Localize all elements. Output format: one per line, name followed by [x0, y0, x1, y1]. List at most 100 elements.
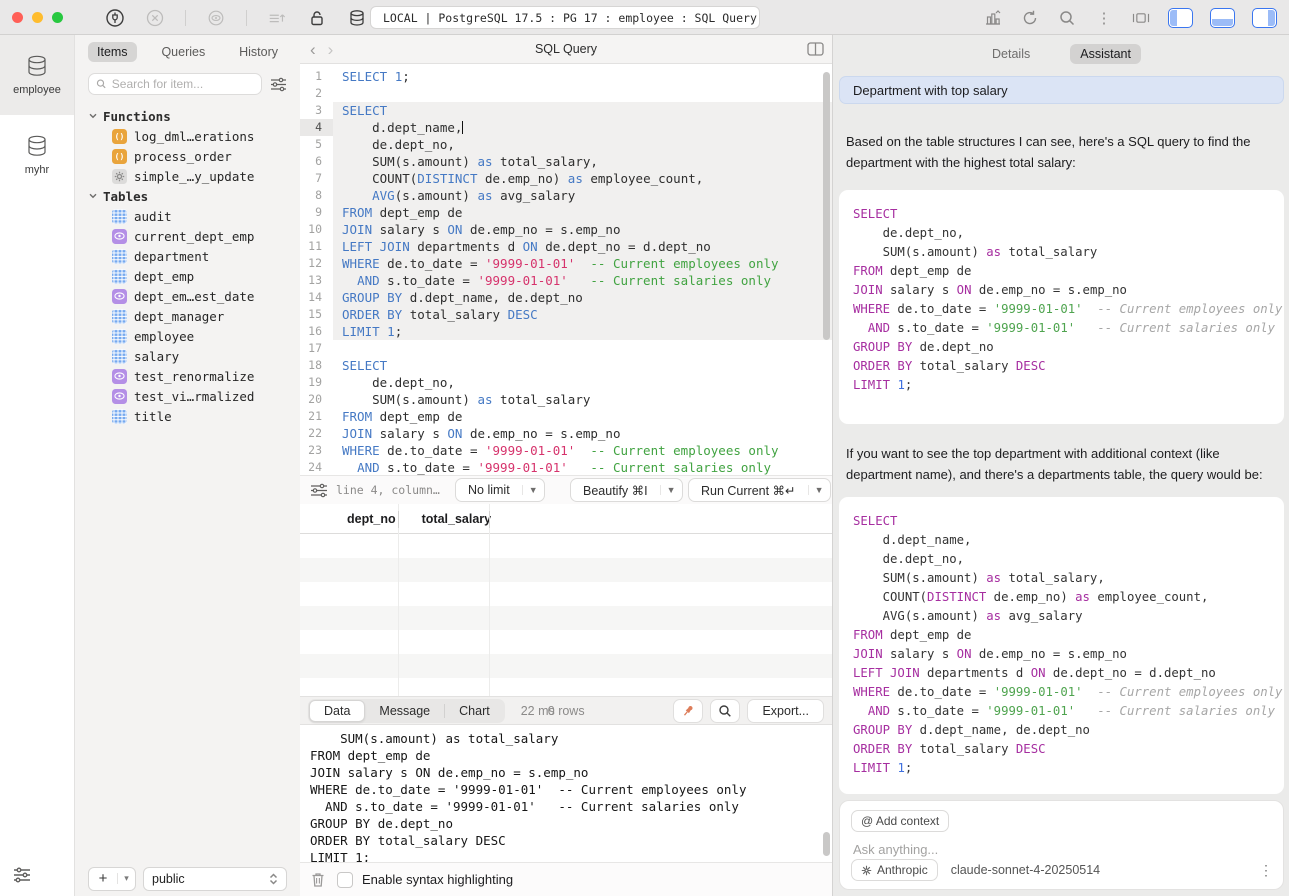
schema-select[interactable]: public — [143, 867, 287, 891]
editor-line[interactable]: 24 AND s.to_date = '9999-01-01' -- Curre… — [300, 459, 832, 475]
rail-filter-icon[interactable] — [12, 866, 32, 884]
editor-line[interactable]: 21FROM dept_emp de — [300, 408, 832, 425]
tab-assistant[interactable]: Assistant — [1070, 44, 1141, 64]
table-row[interactable] — [300, 534, 832, 558]
tree-item-test-renormalize[interactable]: test_renormalize — [75, 366, 300, 386]
editor-line[interactable]: 10JOIN salary s ON de.emp_no = s.emp_no — [300, 221, 832, 238]
conversation-topic[interactable]: Department with top salary — [839, 76, 1284, 104]
editor-line[interactable]: 8 AVG(s.amount) as avg_salary — [300, 187, 832, 204]
pin-result-button[interactable] — [673, 699, 703, 723]
table-row[interactable] — [300, 630, 832, 654]
editor-line[interactable]: 4 d.dept_name, — [300, 119, 832, 136]
tree-item-salary[interactable]: salary — [75, 346, 300, 366]
window-layout-icon[interactable] — [1131, 8, 1151, 28]
tree-section-functions[interactable]: Functions — [75, 106, 300, 126]
column-header-total-salary[interactable]: total_salary — [396, 512, 491, 526]
tree-item-test-vi-rmalized[interactable]: test_vi…rmalized — [75, 386, 300, 406]
editor-line[interactable]: 6 SUM(s.amount) as total_salary, — [300, 153, 832, 170]
editor-line[interactable]: 3SELECT — [300, 102, 832, 119]
commit-icon[interactable] — [267, 8, 287, 28]
editor-line[interactable]: 22JOIN salary s ON de.emp_no = s.emp_no — [300, 425, 832, 442]
zoom-window-button[interactable] — [52, 12, 63, 23]
database-icon[interactable] — [347, 8, 367, 28]
chevron-down-icon[interactable]: ▾ — [117, 873, 135, 884]
table-row[interactable] — [300, 606, 832, 630]
add-item-button[interactable]: + ▾ — [88, 867, 136, 891]
toggle-right-panel-button[interactable] — [1252, 8, 1277, 28]
toggle-bottom-panel-button[interactable] — [1210, 8, 1235, 28]
editor-line[interactable]: 12WHERE de.to_date = '9999-01-01' -- Cur… — [300, 255, 832, 272]
editor-line[interactable]: 16LIMIT 1; — [300, 323, 832, 340]
editor-line[interactable]: 5 de.dept_no, — [300, 136, 832, 153]
trash-icon[interactable] — [310, 871, 326, 888]
editor-line[interactable]: 13 AND s.to_date = '9999-01-01' -- Curre… — [300, 272, 832, 289]
connection-employee[interactable]: employee — [0, 35, 74, 115]
refresh-icon[interactable] — [1020, 8, 1040, 28]
tree-item-log-dml-erations[interactable]: ()log_dml…erations — [75, 126, 300, 146]
statusbar-filter-icon[interactable] — [310, 483, 328, 498]
ask-input[interactable]: Ask anything... — [853, 842, 938, 857]
message-scrollbar[interactable] — [823, 832, 830, 856]
tree-item-audit[interactable]: audit — [75, 206, 300, 226]
split-view-icon[interactable] — [807, 42, 824, 56]
tree-item-dept-em-est-date[interactable]: dept_em…est_date — [75, 286, 300, 306]
minimize-window-button[interactable] — [32, 12, 43, 23]
disconnect-icon[interactable] — [145, 8, 165, 28]
limit-select[interactable]: No limit ▼ — [455, 478, 545, 502]
tree-item-dept-emp[interactable]: dept_emp — [75, 266, 300, 286]
connection-myhr[interactable]: myhr — [0, 115, 74, 195]
editor-scrollbar[interactable] — [823, 72, 830, 340]
table-row[interactable] — [300, 654, 832, 678]
chart-icon[interactable] — [983, 8, 1003, 28]
tree-item-simple-y-update[interactable]: simple_…y_update — [75, 166, 300, 186]
search-icon[interactable] — [1057, 8, 1077, 28]
export-button[interactable]: Export... — [747, 699, 824, 723]
tree-item-process-order[interactable]: ()process_order — [75, 146, 300, 166]
sql-editor[interactable]: 1SELECT 1;2 3SELECT4 d.dept_name,5 de.de… — [300, 64, 832, 475]
connection-icon[interactable] — [105, 8, 125, 28]
editor-line[interactable]: 23WHERE de.to_date = '9999-01-01' -- Cur… — [300, 442, 832, 459]
table-row[interactable] — [300, 582, 832, 606]
tree-item-employee[interactable]: employee — [75, 326, 300, 346]
tab-items[interactable]: Items — [88, 42, 137, 62]
tree-item-department[interactable]: department — [75, 246, 300, 266]
search-input[interactable] — [112, 77, 254, 91]
message-panel[interactable]: SUM(s.amount) as total_salaryFROM dept_e… — [300, 725, 832, 862]
tab-message[interactable]: Message — [365, 700, 444, 722]
item-search-field[interactable] — [88, 73, 262, 95]
table-row[interactable] — [300, 558, 832, 582]
run-current-button[interactable]: Run Current ⌘↵ ▼ — [688, 478, 831, 502]
editor-line[interactable]: 17 — [300, 340, 832, 357]
sidebar-filter-icon[interactable] — [270, 77, 287, 92]
tab-chart[interactable]: Chart — [445, 700, 504, 722]
back-icon[interactable]: ‹ — [304, 41, 322, 58]
editor-line[interactable]: 1SELECT 1; — [300, 68, 832, 85]
editor-line[interactable]: 14GROUP BY d.dept_name, de.dept_no — [300, 289, 832, 306]
tab-queries[interactable]: Queries — [152, 42, 214, 62]
more-options-icon[interactable]: ⋮ — [1259, 862, 1273, 879]
forward-icon[interactable]: › — [322, 41, 340, 58]
editor-line[interactable]: 20 SUM(s.amount) as total_salary — [300, 391, 832, 408]
more-options-icon[interactable]: ⋮ — [1094, 8, 1114, 28]
editor-line[interactable]: 19 de.dept_no, — [300, 374, 832, 391]
tree-item-title[interactable]: title — [75, 406, 300, 426]
tab-details[interactable]: Details — [982, 44, 1040, 64]
syntax-highlighting-checkbox[interactable] — [337, 872, 353, 888]
tree-section-tables[interactable]: Tables — [75, 186, 300, 206]
editor-line[interactable]: 7 COUNT(DISTINCT de.emp_no) as employee_… — [300, 170, 832, 187]
tab-data[interactable]: Data — [309, 700, 365, 722]
tree-item-current-dept-emp[interactable]: current_dept_emp — [75, 226, 300, 246]
beautify-button[interactable]: Beautify ⌘I ▼ — [570, 478, 683, 502]
provider-chip[interactable]: Anthropic — [851, 859, 938, 881]
editor-line[interactable]: 9FROM dept_emp de — [300, 204, 832, 221]
close-window-button[interactable] — [12, 12, 23, 23]
editor-line[interactable]: 11LEFT JOIN departments d ON de.dept_no … — [300, 238, 832, 255]
sql-code-block[interactable]: SELECT d.dept_name, de.dept_no, SUM(s.am… — [839, 497, 1284, 794]
editor-line[interactable]: 2 — [300, 85, 832, 102]
tree-item-dept-manager[interactable]: dept_manager — [75, 306, 300, 326]
toggle-left-panel-button[interactable] — [1168, 8, 1193, 28]
sql-code-block[interactable]: SELECT de.dept_no, SUM(s.amount) as tota… — [839, 190, 1284, 424]
lock-icon[interactable] — [307, 8, 327, 28]
editor-line[interactable]: 18SELECT — [300, 357, 832, 374]
preview-icon[interactable] — [206, 8, 226, 28]
